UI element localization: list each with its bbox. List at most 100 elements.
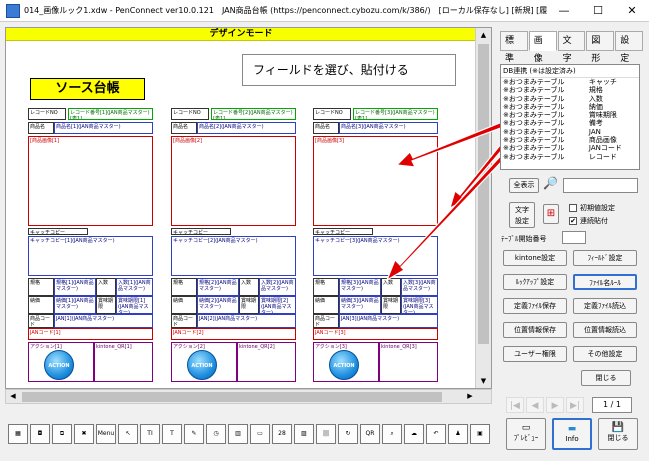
close-button[interactable]: 💾 閉じる <box>598 418 638 450</box>
pen-icon[interactable]: ✎ <box>184 424 204 444</box>
search-icon[interactable]: 🔎 <box>543 176 558 190</box>
position-load-button[interactable]: 位置情報読込 <box>573 322 637 338</box>
db-list-item[interactable]: ※ おつまみテーブル JAN <box>501 128 639 136</box>
image-icon[interactable]: ▭ <box>250 424 270 444</box>
db-field: JAN <box>588 127 601 136</box>
bottom-toolbar: ▦ ◘ ⧉ ✖ Menu ↖ TI T ✎ ◷ ▥ ▭ 28 ▨ ||| ↻ QR ⌕ ☁ ↶ ♟ ▣ <box>5 418 497 454</box>
initial-value-checkbox[interactable]: 初期値設定 <box>569 203 615 213</box>
db-table: おつまみテーブル <box>508 119 565 128</box>
db-field: レコード <box>588 152 617 161</box>
db-list-item[interactable]: ※ おつまみテーブル レコード <box>501 153 639 161</box>
filename-rule-button[interactable]: ﾌｧｲﾙ名ﾙｰﾙ <box>573 274 637 290</box>
db-table: おつまみテーブル <box>508 144 565 153</box>
save-disk-icon: 💾 <box>611 422 625 433</box>
db-list-item[interactable]: ※ おつまみテーブル 賞味期限 <box>501 111 639 119</box>
db-list-item[interactable]: ※ おつまみテーブル 納価 <box>501 103 639 111</box>
tab-text[interactable]: 文字 <box>557 31 586 64</box>
continuous-paste-box[interactable]: ✔ <box>569 217 577 225</box>
layout-icon[interactable]: ⧉ <box>52 424 72 444</box>
columns-icon[interactable]: ▥ <box>228 424 248 444</box>
db-field: 納価 <box>588 102 603 111</box>
db-table: おつまみテーブル <box>508 127 565 136</box>
pointer-icon[interactable]: ↖ <box>118 424 138 444</box>
scroll-left-icon[interactable]: ◀ <box>6 390 20 403</box>
db-table: おつまみテーブル <box>508 152 565 161</box>
table-start-input[interactable] <box>562 231 586 244</box>
panel-close-button[interactable]: 閉じる <box>581 370 631 386</box>
info-label: Info <box>565 435 579 443</box>
delete-icon[interactable]: ✖ <box>74 424 94 444</box>
db-list-header: DB連携 (※は設定済み) <box>501 65 639 78</box>
insert-icon[interactable]: ⊞ <box>543 204 559 224</box>
db-list-item[interactable]: ※ おつまみテーブル 入数 <box>501 95 639 103</box>
db-list-item[interactable]: ※ おつまみテーブル キャッチ <box>501 78 639 86</box>
zoom-icon[interactable]: ⌕ <box>382 424 402 444</box>
scroll-right-icon[interactable]: ▶ <box>463 390 477 403</box>
db-table: おつまみテーブル <box>508 102 565 111</box>
stamp-icon[interactable]: ♟ <box>448 424 468 444</box>
next-page-icon[interactable]: ▶ <box>546 397 564 413</box>
last-page-icon[interactable]: ▶| <box>566 397 584 413</box>
tab-shape[interactable]: 図形 <box>586 31 615 64</box>
clock-icon[interactable]: ◷ <box>206 424 226 444</box>
text-settings-button[interactable]: 文字 設定 <box>509 202 535 228</box>
db-field: JANコード <box>588 144 622 153</box>
db-table: おつまみテーブル <box>508 86 565 95</box>
continuous-paste-checkbox[interactable]: ✔ 連続貼付 <box>569 216 608 226</box>
tab-image[interactable]: 画像 <box>528 31 557 64</box>
tab-settings[interactable]: 設定 <box>615 31 643 64</box>
continuous-paste-label: 連続貼付 <box>580 217 608 225</box>
undo-icon[interactable]: ↶ <box>426 424 446 444</box>
table-start-label: ﾃｰﾌﾞﾙ開始番号 <box>501 235 547 243</box>
close-label: 閉じる <box>607 434 629 442</box>
page-indicator: 1 / 1 <box>592 397 632 413</box>
first-page-icon[interactable]: |◀ <box>506 397 524 413</box>
save-icon[interactable]: ▣ <box>470 424 490 444</box>
db-list-item[interactable]: ※ おつまみテーブル 備考 <box>501 119 639 127</box>
tab-standard[interactable]: 標準 <box>500 31 528 64</box>
db-field: 規格 <box>588 86 603 95</box>
def-file-load-button[interactable]: 定義ﾌｧｲﾙ読込 <box>573 298 637 314</box>
db-list-item[interactable]: ※ おつまみテーブル 規格 <box>501 86 639 94</box>
db-field: 備考 <box>588 119 603 128</box>
show-all-button[interactable]: 全表示 <box>509 178 539 193</box>
initial-value-box[interactable] <box>569 204 577 212</box>
db-table: おつまみテーブル <box>508 94 565 103</box>
properties-panel: 標準 画像 文字 図形 設定 DB連携 (※は設定済み) ※ おつまみテーブル キャ… <box>497 28 644 458</box>
other-settings-button[interactable]: その他設定 <box>573 346 637 362</box>
camera-icon[interactable]: ◘ <box>30 424 50 444</box>
db-list-item[interactable]: ※ おつまみテーブル 商品画像 <box>501 136 639 144</box>
preview-button[interactable]: ▭ ﾌﾟﾚﾋﾞｭｰ <box>506 418 546 450</box>
initial-value-label: 初期値設定 <box>580 204 615 212</box>
calendar-icon[interactable]: 28 <box>272 424 292 444</box>
db-table: おつまみテーブル <box>508 111 565 120</box>
panel-tabs: 標準 画像 文字 図形 設定 <box>500 31 644 64</box>
kintone-settings-button[interactable]: kintone設定 <box>503 250 567 266</box>
barcode-icon[interactable]: ||| <box>316 424 336 444</box>
menu-icon[interactable]: Menu <box>96 424 116 444</box>
def-file-save-button[interactable]: 定義ﾌｧｲﾙ保存 <box>503 298 567 314</box>
lookup-settings-button[interactable]: ﾙｯｸｱｯﾌﾟ設定 <box>503 274 567 290</box>
shape-icon[interactable]: ☁ <box>404 424 424 444</box>
info-icon: ▬ <box>567 424 577 434</box>
db-field: 入数 <box>588 94 603 103</box>
text-edit-icon[interactable]: T <box>162 424 182 444</box>
horizontal-scrollbar[interactable]: ◀ ▶ <box>5 389 492 404</box>
db-field-list[interactable]: DB連携 (※は設定済み) ※ おつまみテーブル キャッチ ※ おつまみテーブル 規格 ※ お… <box>500 64 640 170</box>
user-permission-button[interactable]: ユーザー権限 <box>503 346 567 362</box>
prev-page-icon[interactable]: ◀ <box>526 397 544 413</box>
info-button[interactable]: ▬ Info <box>552 418 592 450</box>
db-list-item[interactable]: ※ おつまみテーブル JANコード <box>501 144 639 152</box>
search-input[interactable] <box>563 178 638 193</box>
db-field: 商品画像 <box>588 136 617 145</box>
position-save-button[interactable]: 位置情報保存 <box>503 322 567 338</box>
text-icon[interactable]: TI <box>140 424 160 444</box>
db-table: おつまみテーブル <box>508 78 565 86</box>
field-settings-button[interactable]: ﾌｨｰﾙﾄﾞ設定 <box>573 250 637 266</box>
preview-icon: ▭ <box>521 423 531 433</box>
hscroll-thumb[interactable] <box>22 392 442 402</box>
grid-icon[interactable]: ▦ <box>8 424 28 444</box>
qr-icon[interactable]: QR <box>360 424 380 444</box>
photo-icon[interactable]: ▨ <box>294 424 314 444</box>
rotate-icon[interactable]: ↻ <box>338 424 358 444</box>
